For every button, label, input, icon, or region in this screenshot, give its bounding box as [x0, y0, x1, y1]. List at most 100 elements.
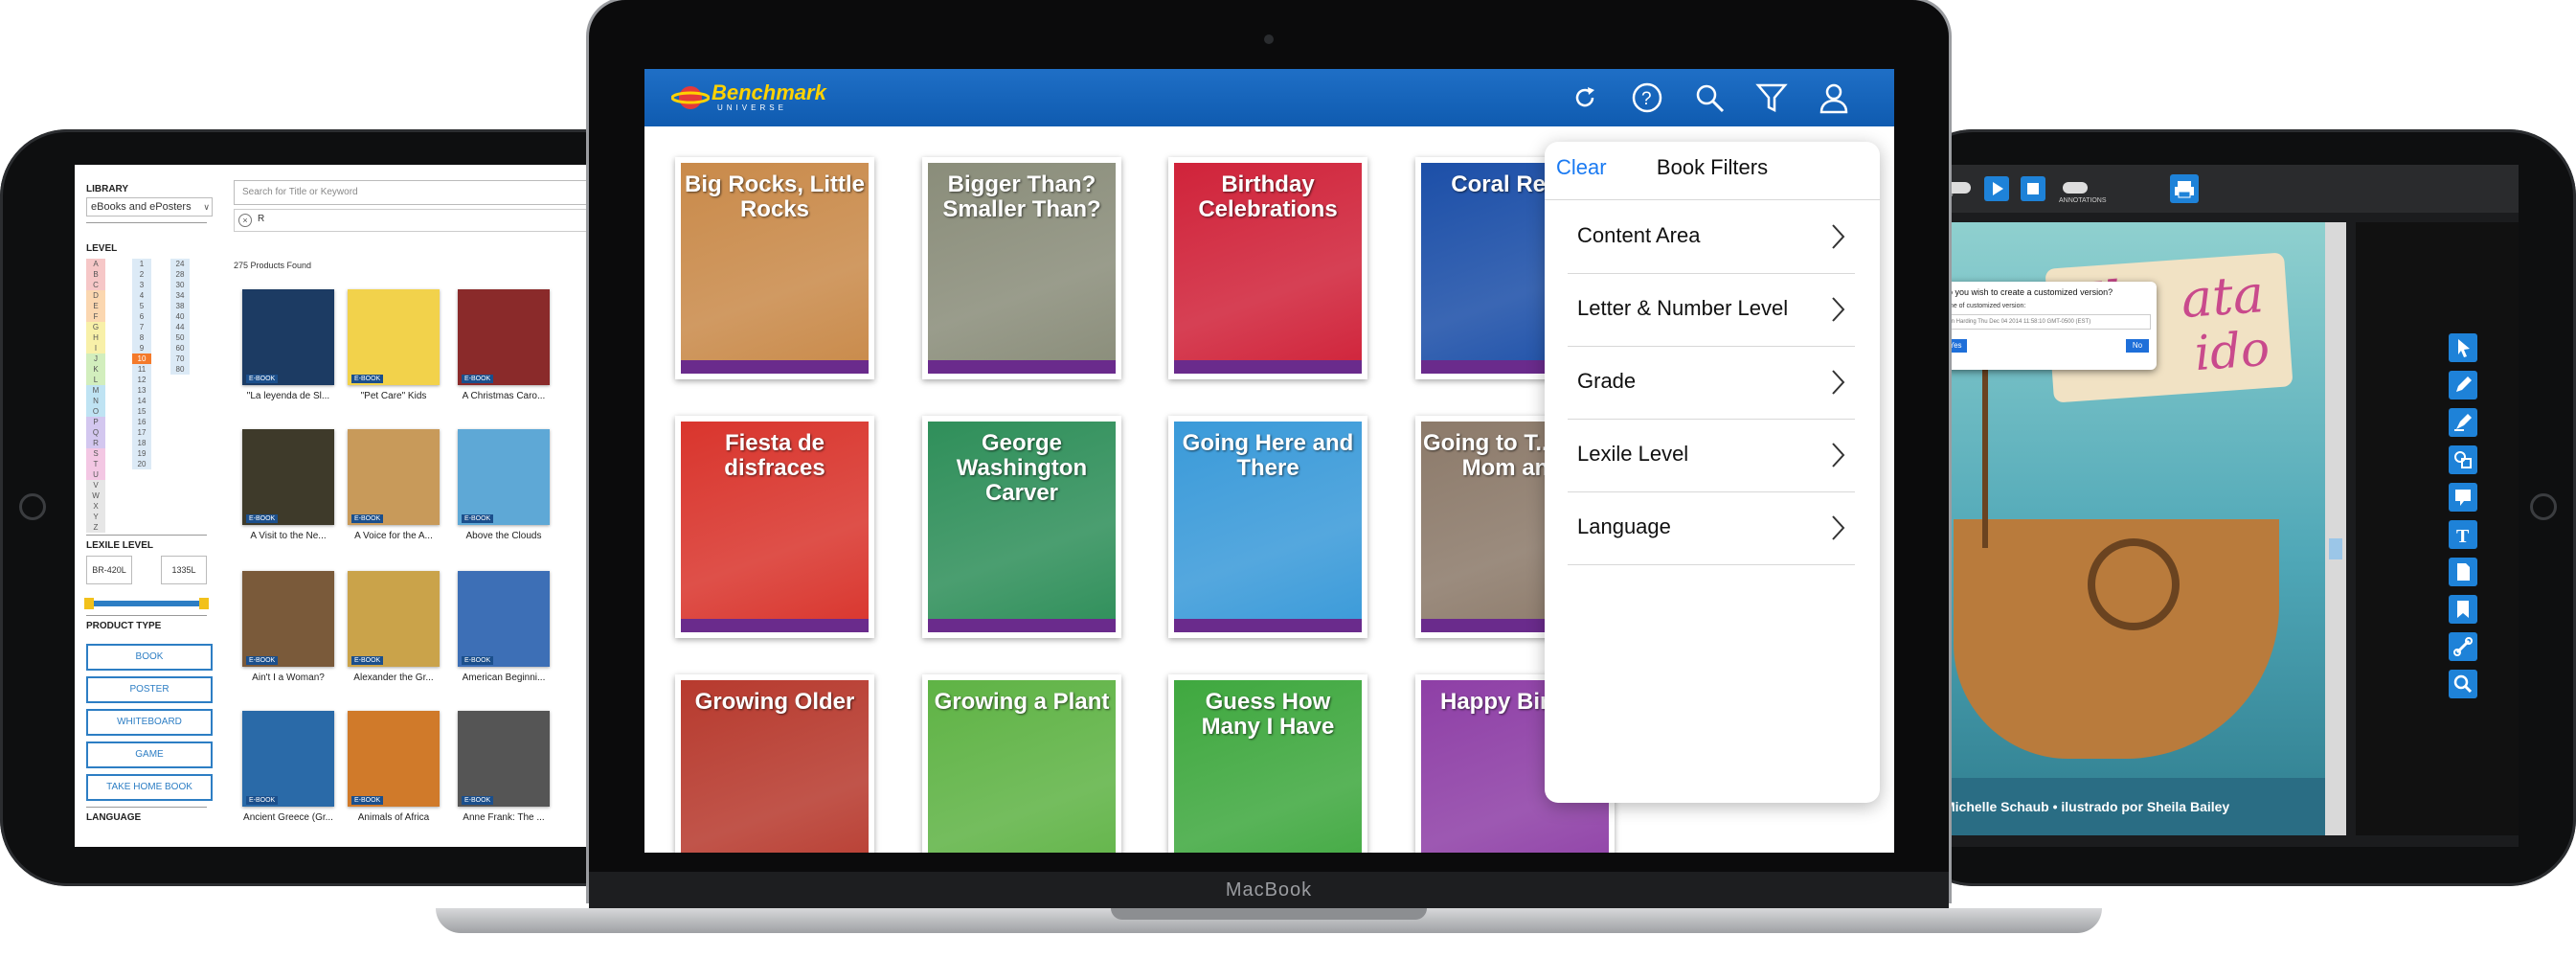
shape-tool-button[interactable] [2449, 445, 2477, 474]
product-thumbnail[interactable]: E-BOOK [348, 571, 440, 667]
note-tool-button[interactable] [2449, 483, 2477, 512]
pen-tool-button[interactable] [2449, 371, 2477, 399]
book-cover[interactable]: Guess How Many I Have [1168, 674, 1367, 853]
level-number-option[interactable]: 4 [132, 290, 151, 301]
link-tool-button[interactable] [2449, 632, 2477, 661]
page-scrollbar[interactable] [2325, 222, 2346, 835]
level-letter-option[interactable]: J [86, 354, 105, 364]
product-caption[interactable]: Animals of Africa [340, 812, 447, 823]
level-number-option[interactable]: 17 [132, 427, 151, 438]
product-thumbnail[interactable]: E-BOOK [348, 711, 440, 807]
filter-row-language[interactable]: Language [1568, 491, 1855, 565]
page-tool-button[interactable] [2449, 558, 2477, 586]
book-cover[interactable]: George Washington Carver [922, 416, 1121, 638]
filter-row-lexile-level[interactable]: Lexile Level [1568, 419, 1855, 492]
product-caption[interactable]: "La leyenda de Sl... [235, 391, 342, 401]
level-number-option[interactable]: 40 [170, 311, 190, 322]
dialog-name-input[interactable]: non Harding Thu Dec 04 2014 11:58:10 GMT… [1944, 314, 2151, 330]
level-number-option[interactable]: 8 [132, 332, 151, 343]
lexile-max-input[interactable]: 1335L [161, 556, 207, 584]
product-caption[interactable]: Anne Frank: The ... [450, 812, 557, 823]
level-number-option[interactable]: 2 [132, 269, 151, 280]
user-icon[interactable] [1818, 81, 1850, 114]
book-cover[interactable]: Big Rocks, Little Rocks [675, 157, 874, 379]
level-number-option[interactable]: 34 [170, 290, 190, 301]
level-letter-option[interactable]: K [86, 364, 105, 375]
level-number-option[interactable]: 60 [170, 343, 190, 354]
level-letter-option[interactable]: T [86, 459, 105, 469]
page-scroll-thumb[interactable] [2329, 538, 2342, 559]
level-letter-option[interactable]: A [86, 259, 105, 269]
product-thumbnail[interactable]: E-BOOK [242, 429, 334, 525]
level-letter-option[interactable]: B [86, 269, 105, 280]
product-thumbnail[interactable]: E-BOOK [458, 289, 550, 385]
level-letter-option[interactable]: Y [86, 512, 105, 522]
book-cover[interactable]: Going Here and There [1168, 416, 1367, 638]
product-caption[interactable]: "Pet Care" Kids [340, 391, 447, 401]
product-caption[interactable]: American Beginni... [450, 673, 557, 683]
product-type-book-button[interactable]: BOOK [86, 644, 213, 671]
level-letter-option[interactable]: L [86, 375, 105, 385]
filter-row-letter-number-level[interactable]: Letter & Number Level [1568, 273, 1855, 347]
filter-row-grade[interactable]: Grade [1568, 346, 1855, 420]
level-number-option[interactable]: 3 [132, 280, 151, 290]
book-cover[interactable]: Fiesta de disfraces [675, 416, 874, 638]
zoom-tool-button[interactable] [2449, 670, 2477, 698]
level-number-option[interactable]: 12 [132, 375, 151, 385]
product-thumbnail[interactable]: E-BOOK [348, 429, 440, 525]
stop-button[interactable] [2021, 176, 2045, 201]
benchmark-universe-logo[interactable]: Benchmark UNIVERSE [671, 79, 863, 117]
book-cover[interactable]: Birthday Celebrations [1168, 157, 1367, 379]
product-type-take-home-book-button[interactable]: TAKE HOME BOOK [86, 774, 213, 801]
level-letter-option[interactable]: O [86, 406, 105, 417]
product-thumbnail[interactable]: E-BOOK [242, 571, 334, 667]
product-thumbnail[interactable]: E-BOOK [458, 571, 550, 667]
level-letter-option[interactable]: V [86, 480, 105, 490]
level-number-option[interactable]: 7 [132, 322, 151, 332]
auto-toggle[interactable] [1946, 182, 1971, 194]
filter-icon[interactable] [1755, 81, 1788, 114]
level-letter-option[interactable]: P [86, 417, 105, 427]
level-letter-option[interactable]: G [86, 322, 105, 332]
book-cover[interactable]: Bigger Than? Smaller Than? [922, 157, 1121, 379]
level-number-option[interactable]: 38 [170, 301, 190, 311]
search-icon[interactable] [1693, 81, 1726, 114]
product-thumbnail[interactable]: E-BOOK [242, 289, 334, 385]
remove-filter-icon[interactable]: × [238, 214, 252, 227]
level-number-option[interactable]: 13 [132, 385, 151, 396]
lexile-slider-handle-min[interactable] [84, 598, 94, 609]
level-number-option[interactable]: 50 [170, 332, 190, 343]
level-letter-option[interactable]: W [86, 490, 105, 501]
level-letter-option[interactable]: H [86, 332, 105, 343]
level-number-option[interactable]: 5 [132, 301, 151, 311]
product-type-whiteboard-button[interactable]: WHITEBOARD [86, 709, 213, 736]
highlighter-tool-button[interactable] [2449, 408, 2477, 437]
product-thumbnail[interactable]: E-BOOK [458, 429, 550, 525]
level-letter-option[interactable]: F [86, 311, 105, 322]
product-caption[interactable]: Ancient Greece (Gr... [235, 812, 342, 823]
level-letter-option[interactable]: R [86, 438, 105, 448]
product-type-game-button[interactable]: GAME [86, 741, 213, 768]
level-number-option[interactable]: 18 [132, 438, 151, 448]
level-letter-option[interactable]: E [86, 301, 105, 311]
level-letter-option[interactable]: D [86, 290, 105, 301]
book-cover[interactable]: Growing a Plant [922, 674, 1121, 853]
refresh-icon[interactable] [1569, 81, 1601, 114]
level-number-option[interactable]: 24 [170, 259, 190, 269]
level-number-option[interactable]: 11 [132, 364, 151, 375]
product-caption[interactable]: A Visit to the Ne... [235, 531, 342, 541]
level-letter-option[interactable]: N [86, 396, 105, 406]
product-type-poster-button[interactable]: POSTER [86, 676, 213, 703]
dialog-no-button[interactable]: No [2126, 339, 2149, 353]
level-letter-option[interactable]: S [86, 448, 105, 459]
lexile-slider[interactable] [84, 598, 209, 609]
level-letter-option[interactable]: C [86, 280, 105, 290]
level-letter-option[interactable]: Z [86, 522, 105, 533]
bookmark-tool-button[interactable] [2449, 595, 2477, 624]
level-letter-option[interactable]: M [86, 385, 105, 396]
level-letter-option[interactable]: Q [86, 427, 105, 438]
lexile-slider-handle-max[interactable] [199, 598, 209, 609]
play-button[interactable] [1984, 176, 2009, 201]
level-letter-option[interactable]: I [86, 343, 105, 354]
library-select[interactable]: eBooks and ePosters ∨ [86, 197, 213, 217]
